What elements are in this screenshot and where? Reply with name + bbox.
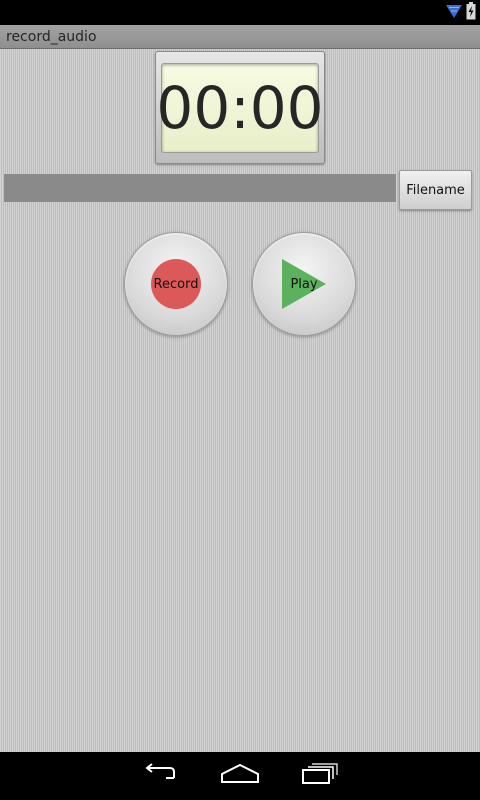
nav-back-button[interactable] bbox=[132, 760, 188, 792]
nav-home-button[interactable] bbox=[212, 760, 268, 792]
timer-frame: 00:00 bbox=[155, 51, 325, 164]
play-label: Play bbox=[290, 276, 318, 292]
home-icon bbox=[220, 763, 260, 789]
status-bar bbox=[0, 0, 480, 25]
record-label: Record bbox=[153, 276, 199, 292]
filename-button[interactable]: Filename bbox=[399, 170, 472, 210]
timer-display: 00:00 bbox=[156, 63, 324, 153]
battery-charging-icon bbox=[466, 1, 476, 24]
record-button[interactable]: Record bbox=[124, 232, 228, 336]
wifi-icon bbox=[446, 3, 462, 23]
app-title: record_audio bbox=[6, 29, 97, 45]
back-icon bbox=[140, 763, 180, 789]
play-button[interactable]: Play bbox=[252, 232, 356, 336]
status-icons bbox=[446, 1, 476, 24]
title-bar: record_audio bbox=[0, 25, 480, 49]
recents-icon bbox=[300, 763, 340, 789]
navigation-bar bbox=[0, 752, 480, 800]
main-content: 00:00 Filename Record Play bbox=[0, 49, 480, 752]
nav-recents-button[interactable] bbox=[292, 760, 348, 792]
timer-text: 00:00 bbox=[156, 74, 324, 142]
filename-input[interactable] bbox=[4, 174, 396, 202]
